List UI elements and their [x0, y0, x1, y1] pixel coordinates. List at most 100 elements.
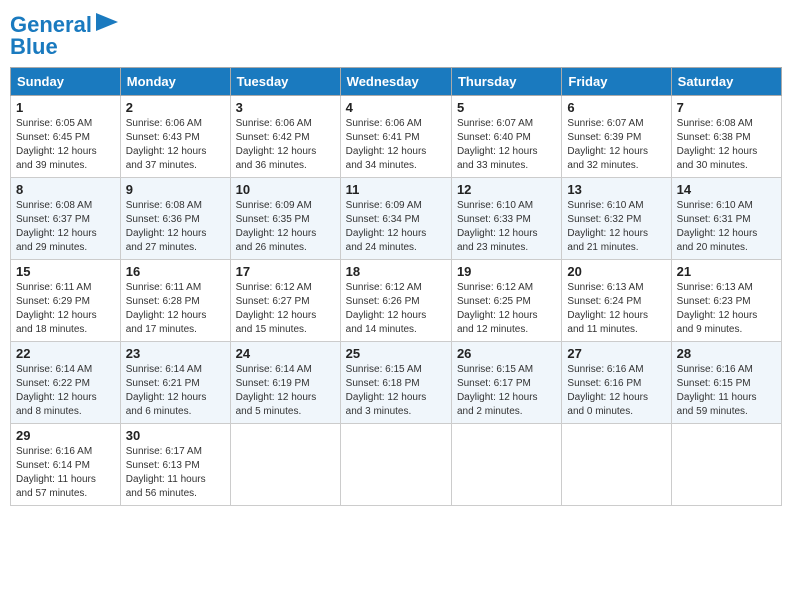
day-info: Sunrise: 6:14 AM Sunset: 6:19 PM Dayligh… — [236, 363, 335, 419]
day-number: 15 — [16, 264, 115, 279]
calendar-day-cell: 28 Sunrise: 6:16 AM Sunset: 6:15 PM Dayli… — [671, 342, 781, 424]
calendar-day-cell — [230, 424, 340, 506]
calendar-day-cell: 8 Sunrise: 6:08 AM Sunset: 6:37 PM Daylig… — [11, 178, 121, 260]
calendar-day-cell: 11Sunrise: 6:09 AM Sunset: 6:34 PM Dayli… — [340, 178, 451, 260]
day-info: Sunrise: 6:16 AM Sunset: 6:14 PM Dayligh… — [16, 445, 115, 501]
day-number: 19 — [457, 264, 556, 279]
calendar-day-cell: 13 Sunrise: 6:10 AM Sunset: 6:32 PM Dayli… — [562, 178, 671, 260]
day-number: 3 — [236, 100, 335, 115]
calendar-day-cell: 27 Sunrise: 6:16 AM Sunset: 6:16 PM Dayli… — [562, 342, 671, 424]
day-info: Sunrise: 6:06 AM Sunset: 6:43 PM Dayligh… — [126, 117, 225, 173]
calendar-day-cell — [562, 424, 671, 506]
column-header-tuesday: Tuesday — [230, 68, 340, 96]
day-number: 7 — [677, 100, 776, 115]
day-info: Sunrise: 6:06 AM Sunset: 6:41 PM Dayligh… — [346, 117, 446, 173]
day-info: Sunrise: 6:07 AM Sunset: 6:39 PM Dayligh… — [567, 117, 665, 173]
day-info: Sunrise: 6:17 AM Sunset: 6:13 PM Dayligh… — [126, 445, 225, 501]
calendar-day-cell: 9Sunrise: 6:08 AM Sunset: 6:36 PM Daylig… — [120, 178, 230, 260]
day-number: 12 — [457, 182, 556, 197]
column-header-saturday: Saturday — [671, 68, 781, 96]
calendar-day-cell: 4 Sunrise: 6:06 AM Sunset: 6:41 PM Daylig… — [340, 96, 451, 178]
calendar-table: SundayMondayTuesdayWednesdayThursdayFrid… — [10, 67, 782, 506]
day-info: Sunrise: 6:10 AM Sunset: 6:33 PM Dayligh… — [457, 199, 556, 255]
day-info: Sunrise: 6:16 AM Sunset: 6:16 PM Dayligh… — [567, 363, 665, 419]
day-number: 27 — [567, 346, 665, 361]
calendar-day-cell: 29 Sunrise: 6:16 AM Sunset: 6:14 PM Dayli… — [11, 424, 121, 506]
calendar-week-row: 29 Sunrise: 6:16 AM Sunset: 6:14 PM Dayli… — [11, 424, 782, 506]
calendar-day-cell: 26 Sunrise: 6:15 AM Sunset: 6:17 PM Dayli… — [451, 342, 561, 424]
column-header-friday: Friday — [562, 68, 671, 96]
day-number: 20 — [567, 264, 665, 279]
day-number: 2 — [126, 100, 225, 115]
calendar-day-cell: 18 Sunrise: 6:12 AM Sunset: 6:26 PM Dayli… — [340, 260, 451, 342]
day-info: Sunrise: 6:11 AM Sunset: 6:29 PM Dayligh… — [16, 281, 115, 337]
calendar-day-cell: 21 Sunrise: 6:13 AM Sunset: 6:23 PM Dayli… — [671, 260, 781, 342]
day-number: 10 — [236, 182, 335, 197]
calendar-day-cell: 23Sunrise: 6:14 AM Sunset: 6:21 PM Dayli… — [120, 342, 230, 424]
day-number: 4 — [346, 100, 446, 115]
day-info: Sunrise: 6:05 AM Sunset: 6:45 PM Dayligh… — [16, 117, 115, 173]
calendar-week-row: 15 Sunrise: 6:11 AM Sunset: 6:29 PM Dayli… — [11, 260, 782, 342]
calendar-day-cell: 14 Sunrise: 6:10 AM Sunset: 6:31 PM Dayli… — [671, 178, 781, 260]
calendar-week-row: 8 Sunrise: 6:08 AM Sunset: 6:37 PM Daylig… — [11, 178, 782, 260]
day-number: 14 — [677, 182, 776, 197]
day-number: 18 — [346, 264, 446, 279]
day-info: Sunrise: 6:13 AM Sunset: 6:24 PM Dayligh… — [567, 281, 665, 337]
day-number: 28 — [677, 346, 776, 361]
day-number: 5 — [457, 100, 556, 115]
logo-arrow-icon — [96, 13, 118, 31]
calendar-day-cell: 16Sunrise: 6:11 AM Sunset: 6:28 PM Dayli… — [120, 260, 230, 342]
day-number: 30 — [126, 428, 225, 443]
day-number: 1 — [16, 100, 115, 115]
day-info: Sunrise: 6:07 AM Sunset: 6:40 PM Dayligh… — [457, 117, 556, 173]
calendar-week-row: 1 Sunrise: 6:05 AM Sunset: 6:45 PM Daylig… — [11, 96, 782, 178]
day-number: 13 — [567, 182, 665, 197]
day-info: Sunrise: 6:09 AM Sunset: 6:35 PM Dayligh… — [236, 199, 335, 255]
calendar-day-cell: 19Sunrise: 6:12 AM Sunset: 6:25 PM Dayli… — [451, 260, 561, 342]
day-info: Sunrise: 6:15 AM Sunset: 6:18 PM Dayligh… — [346, 363, 446, 419]
day-number: 29 — [16, 428, 115, 443]
calendar-day-cell: 5 Sunrise: 6:07 AM Sunset: 6:40 PM Daylig… — [451, 96, 561, 178]
calendar-day-cell: 3 Sunrise: 6:06 AM Sunset: 6:42 PM Daylig… — [230, 96, 340, 178]
calendar-day-cell: 25 Sunrise: 6:15 AM Sunset: 6:18 PM Dayli… — [340, 342, 451, 424]
day-number: 26 — [457, 346, 556, 361]
day-info: Sunrise: 6:06 AM Sunset: 6:42 PM Dayligh… — [236, 117, 335, 173]
calendar-day-cell: 10 Sunrise: 6:09 AM Sunset: 6:35 PM Dayli… — [230, 178, 340, 260]
day-number: 8 — [16, 182, 115, 197]
column-header-sunday: Sunday — [11, 68, 121, 96]
logo: General Blue — [10, 10, 118, 59]
day-number: 17 — [236, 264, 335, 279]
day-info: Sunrise: 6:12 AM Sunset: 6:27 PM Dayligh… — [236, 281, 335, 337]
calendar-day-cell: 17 Sunrise: 6:12 AM Sunset: 6:27 PM Dayli… — [230, 260, 340, 342]
calendar-day-cell: 24 Sunrise: 6:14 AM Sunset: 6:19 PM Dayli… — [230, 342, 340, 424]
day-info: Sunrise: 6:16 AM Sunset: 6:15 PM Dayligh… — [677, 363, 776, 419]
calendar-day-cell: 22 Sunrise: 6:14 AM Sunset: 6:22 PM Dayli… — [11, 342, 121, 424]
day-number: 16 — [126, 264, 225, 279]
calendar-day-cell: 6Sunrise: 6:07 AM Sunset: 6:39 PM Daylig… — [562, 96, 671, 178]
calendar-day-cell — [340, 424, 451, 506]
day-info: Sunrise: 6:08 AM Sunset: 6:38 PM Dayligh… — [677, 117, 776, 173]
day-info: Sunrise: 6:10 AM Sunset: 6:32 PM Dayligh… — [567, 199, 665, 255]
day-number: 9 — [126, 182, 225, 197]
day-info: Sunrise: 6:13 AM Sunset: 6:23 PM Dayligh… — [677, 281, 776, 337]
day-number: 22 — [16, 346, 115, 361]
day-number: 25 — [346, 346, 446, 361]
calendar-header-row: SundayMondayTuesdayWednesdayThursdayFrid… — [11, 68, 782, 96]
logo-text: General — [10, 14, 92, 36]
day-info: Sunrise: 6:10 AM Sunset: 6:31 PM Dayligh… — [677, 199, 776, 255]
calendar-day-cell — [671, 424, 781, 506]
day-number: 23 — [126, 346, 225, 361]
day-info: Sunrise: 6:12 AM Sunset: 6:26 PM Dayligh… — [346, 281, 446, 337]
column-header-wednesday: Wednesday — [340, 68, 451, 96]
logo-blue-text: Blue — [10, 34, 58, 59]
day-number: 21 — [677, 264, 776, 279]
calendar-week-row: 22 Sunrise: 6:14 AM Sunset: 6:22 PM Dayli… — [11, 342, 782, 424]
day-info: Sunrise: 6:15 AM Sunset: 6:17 PM Dayligh… — [457, 363, 556, 419]
calendar-day-cell: 12 Sunrise: 6:10 AM Sunset: 6:33 PM Dayli… — [451, 178, 561, 260]
calendar-day-cell: 7 Sunrise: 6:08 AM Sunset: 6:38 PM Daylig… — [671, 96, 781, 178]
column-header-monday: Monday — [120, 68, 230, 96]
calendar-day-cell: 20 Sunrise: 6:13 AM Sunset: 6:24 PM Dayli… — [562, 260, 671, 342]
day-info: Sunrise: 6:08 AM Sunset: 6:37 PM Dayligh… — [16, 199, 115, 255]
day-info: Sunrise: 6:14 AM Sunset: 6:22 PM Dayligh… — [16, 363, 115, 419]
day-number: 24 — [236, 346, 335, 361]
